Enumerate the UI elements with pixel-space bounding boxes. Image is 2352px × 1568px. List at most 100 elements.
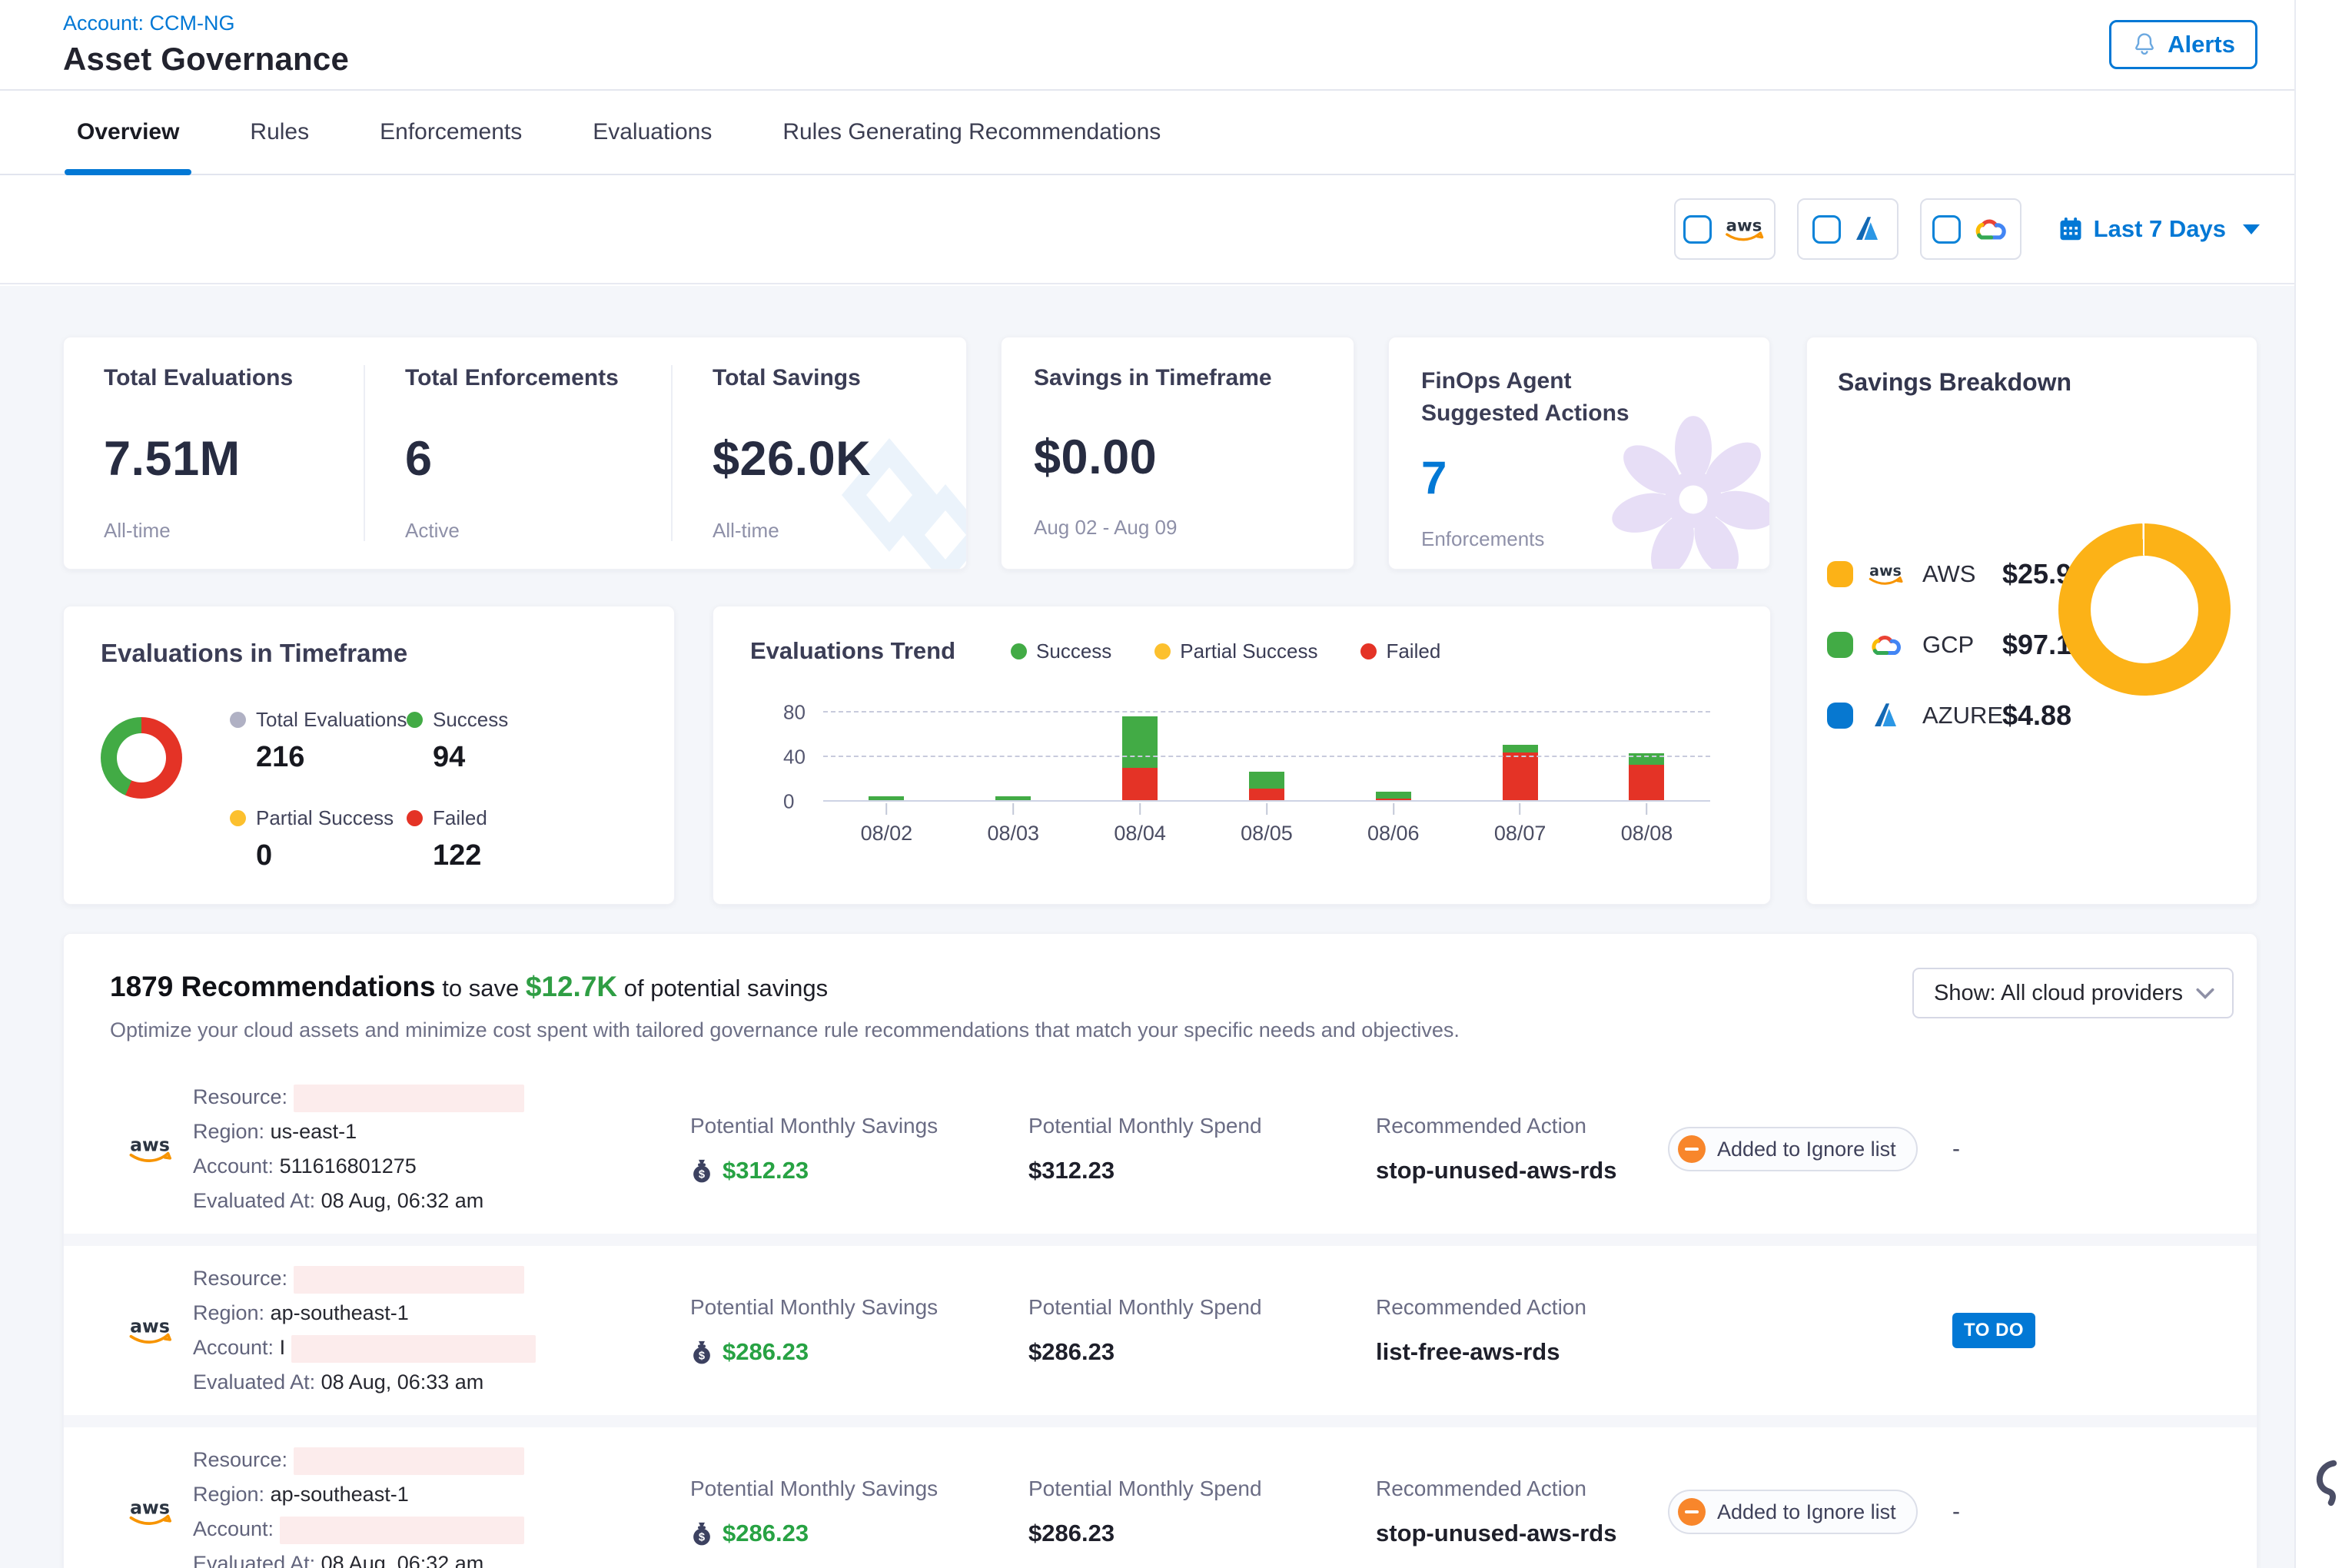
azure-checkbox[interactable] [1812,215,1841,244]
donut-hole [2091,556,2198,663]
status-column: Added to Ignore list [1668,1490,1952,1534]
provider-filter-aws[interactable] [1674,198,1776,260]
legend-label: Success [1036,639,1111,663]
tab-rules-generating-recommendations[interactable]: Rules Generating Recommendations [782,91,1161,174]
legend-value: 216 [256,741,364,774]
stat-sublabel: All-time [713,519,923,543]
recommendations-header: 1879 Recommendations to save $12.7K of p… [64,934,2257,1065]
account-value: 511616801275 [280,1154,417,1178]
card-title: Evaluations Trend [750,637,955,665]
monthly-spend-column: Potential Monthly Spend $312.23 [1028,1114,1376,1184]
savings-breakdown-card: Savings Breakdown AWS $25.9K GCP [1806,337,2257,905]
evaluated-value: 08 Aug, 06:32 am [321,1189,484,1212]
success-dot-icon [407,712,423,728]
stat-total-savings: Total Savings $26.0K All-time [671,365,963,541]
breakdown-row-aws: AWS $25.9K [1827,539,2091,610]
potential-savings-amount: $12.7K [526,971,617,1002]
recommendation-row[interactable]: Resource: Region: us-east-1 Account: 511… [64,1065,2257,1234]
savings-value: $286.23 [723,1520,809,1547]
breakdown-row-gcp: GCP $97.19 [1827,610,2091,680]
tail-column: - [1952,1499,2257,1525]
x-axis-label: 08/08 [1621,803,1673,845]
bar-08/05: 08/05 [1249,713,1284,802]
monthly-savings-column: Potential Monthly Savings $312.23 [690,1114,1028,1184]
right-scroll-gutter[interactable] [2294,0,2352,1568]
account-value: I [280,1336,286,1359]
legend-label: Failed [433,806,487,830]
stat-sublabel: All-time [104,519,324,543]
flower-watermark-icon [1597,407,1770,570]
bar-08/06: 08/06 [1376,713,1411,802]
bar-08/03: 08/03 [995,713,1031,802]
trend-bars: 08/0208/0308/0408/0508/0608/0708/08 [823,713,1710,802]
bar-08/08: 08/08 [1629,713,1664,802]
resource-label: Resource: [193,1267,287,1290]
provider-filter-gcp[interactable] [1920,198,2021,260]
resource-details: Resource: Region: us-east-1 Account: 511… [193,1080,690,1218]
topbar-titles: Account: CCM-NG Asset Governance [63,12,349,78]
recommendation-row[interactable]: Resource: Region: ap-southeast-1 Account… [64,1246,2257,1415]
stat-label: Total Evaluations [104,365,324,391]
column-label: Potential Monthly Spend [1028,1295,1376,1320]
column-label: Potential Monthly Spend [1028,1477,1376,1501]
tab-overview[interactable]: Overview [77,91,179,174]
added-to-ignore-list-pill[interactable]: Added to Ignore list [1668,1490,1918,1534]
dashboard: Total Evaluations 7.51M All-time Total E… [0,286,2294,1568]
added-to-ignore-list-pill[interactable]: Added to Ignore list [1668,1127,1918,1171]
card-title: Savings in Timeframe [1034,365,1321,391]
money-bag-icon [690,1339,713,1365]
failed-dot-icon [1360,643,1377,659]
stat-value: 7.51M [104,431,324,487]
tail-column: TO DO [1952,1313,2257,1348]
stat-value: 6 [405,431,631,487]
account-breadcrumb-link[interactable]: Account: CCM-NG [63,12,349,35]
stat-value: $26.0K [713,431,923,487]
tab-rules[interactable]: Rules [250,91,309,174]
aws-logo-icon [125,1497,193,1532]
date-range-dropdown[interactable]: Last 7 Days [2057,215,2260,243]
bar-08/02: 08/02 [869,713,904,802]
legend-value: 0 [256,839,364,872]
region-value: us-east-1 [271,1120,357,1143]
donut-hole [117,733,166,782]
x-axis-label: 08/05 [1241,803,1293,845]
recommended-action-column: Recommended Action list-free-aws-rds [1376,1295,1668,1366]
money-bag-icon [690,1520,713,1546]
partial-dot-icon [1154,643,1171,659]
x-axis-label: 08/07 [1494,803,1546,845]
finops-agent-card: FinOps Agent Suggested Actions 7 Enforce… [1388,337,1770,570]
legend-success: Success 94 [407,708,533,774]
redacted-account [291,1335,536,1363]
status-column: Added to Ignore list [1668,1127,1952,1171]
recommended-action-column: Recommended Action stop-unused-aws-rds [1376,1477,1668,1547]
evaluated-label: Evaluated At: [193,1189,315,1212]
aws-checkbox[interactable] [1683,215,1712,244]
help-icon[interactable] [2307,1459,2347,1508]
tab-enforcements[interactable]: Enforcements [380,91,522,174]
savings-value: $312.23 [723,1157,809,1184]
resource-label: Resource: [193,1085,287,1108]
recommendations-subtitle: Optimize your cloud assets and minimize … [110,1018,2211,1042]
ignore-pill-label: Added to Ignore list [1717,1138,1896,1161]
tab-evaluations[interactable]: Evaluations [593,91,712,174]
account-label: Account: [193,1154,274,1178]
alerts-button-label: Alerts [2168,31,2235,58]
row-separator [64,1415,2257,1427]
failed-dot-icon [407,810,423,826]
evaluations-donut-chart [101,717,182,799]
provider-name: AZURE [1922,702,2002,729]
provider-filter-azure[interactable] [1797,198,1899,260]
aws-logo-icon [1722,215,1766,244]
date-range-label: Last 7 Days [2094,215,2226,243]
todo-badge[interactable]: TO DO [1952,1313,2035,1348]
x-axis-label: 08/03 [987,803,1039,845]
trend-plot: 08/0208/0308/0408/0508/0608/0708/08 0408… [823,713,1710,802]
cloud-provider-filter-select[interactable]: Show: All cloud providers [1912,968,2234,1018]
total-dot-icon [230,712,246,728]
recommendation-row[interactable]: Resource: Region: ap-southeast-1 Account… [64,1427,2257,1568]
dash-value: - [1952,1499,1960,1524]
gcp-checkbox[interactable] [1932,215,1961,244]
redacted-resource [294,1085,524,1112]
region-label: Region: [193,1120,264,1143]
alerts-button[interactable]: Alerts [2109,20,2257,69]
